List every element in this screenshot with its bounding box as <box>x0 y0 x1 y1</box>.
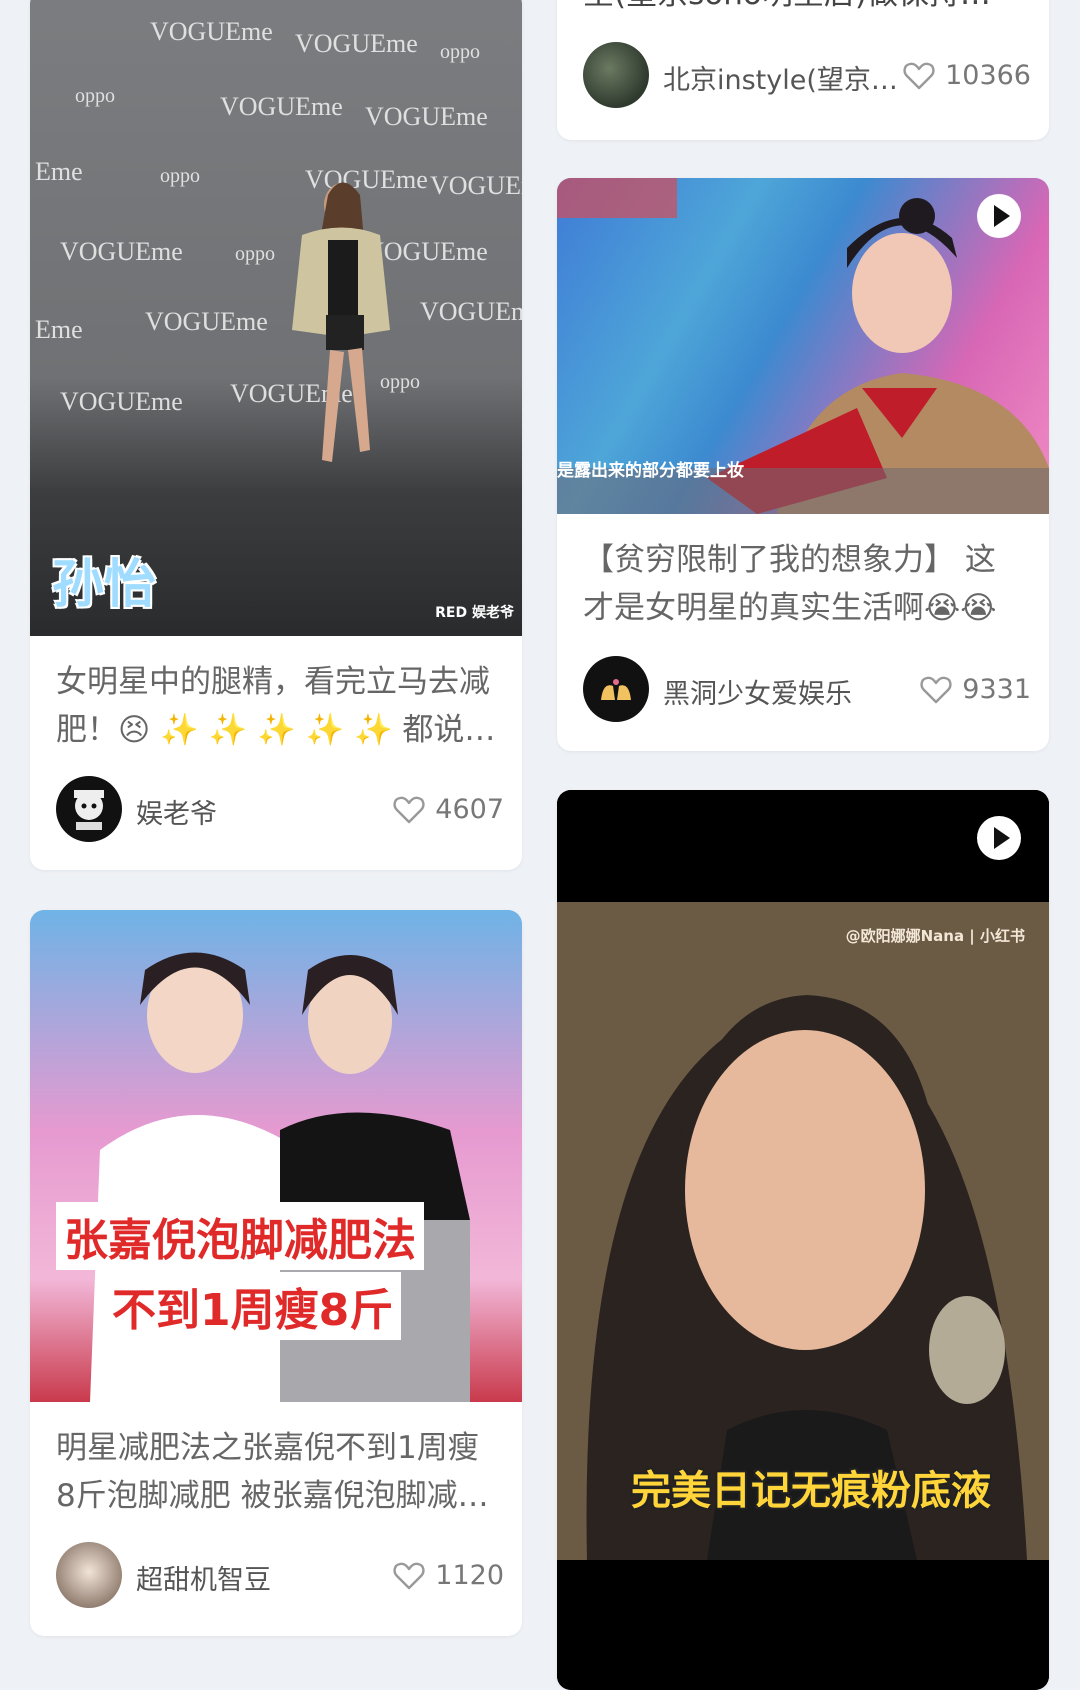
like-button[interactable]: 1120 <box>393 1556 504 1594</box>
svg-text:Eme: Eme <box>35 315 83 344</box>
author-name[interactable]: 超甜机智豆 <box>136 1558 271 1597</box>
note-cover-image[interactable]: 是露出来的部分都要上妆 <box>557 178 1049 514</box>
svg-text:VOGUEme: VOGUEme <box>430 171 522 200</box>
svg-text:VOGUEme: VOGUEme <box>150 17 273 46</box>
svg-text:VOGUEme: VOGUEme <box>420 297 522 326</box>
svg-text:oppo: oppo <box>235 243 275 265</box>
video-subtitle: 是露出来的部分都要上妆 <box>557 461 744 481</box>
play-icon[interactable] <box>977 194 1021 238</box>
avatar[interactable] <box>56 1542 122 1608</box>
avatar-illustration <box>74 790 104 830</box>
svg-text:VOGUEme: VOGUEme <box>365 237 488 266</box>
like-count: 4607 <box>435 793 504 825</box>
author-name[interactable]: 北京instyle(望京… <box>663 58 898 97</box>
like-button[interactable]: 4607 <box>393 790 504 828</box>
svg-text:VOGUEme: VOGUEme <box>60 387 183 416</box>
svg-text:oppo: oppo <box>160 165 200 187</box>
avatar[interactable] <box>583 42 649 108</box>
overlay-caption: 孙怡 <box>52 555 157 615</box>
svg-text:VOGUEme: VOGUEme <box>60 237 183 266</box>
heart-icon <box>393 796 425 824</box>
note-card[interactable]: @欧阳娜娜Nana | 小红书 完美日记无痕粉底液 <box>557 790 1049 1690</box>
note-card[interactable]: VOGUEme VOGUEme oppo oppo VOGUEme VOGUEme Em… <box>30 0 522 870</box>
note-card[interactable]: 是露出来的部分都要上妆 【贫穷限制了我的想象力】 这才是女明星的真实生活啊😭😭 … <box>557 178 1049 751</box>
backdrop-pattern: VOGUEme VOGUEme oppo oppo VOGUEme VOGUEme Em… <box>35 17 522 462</box>
avatar[interactable] <box>56 776 122 842</box>
note-cover-image[interactable]: VOGUEme VOGUEme oppo oppo VOGUEme VOGUEme Em… <box>30 0 522 636</box>
svg-text:oppo: oppo <box>380 371 420 393</box>
overlay-caption: 完美日记无痕粉底液 <box>631 1468 991 1514</box>
note-title: 女明星中的腿精，看完立马去减肥！😣 ✨ ✨ ✨ ✨ ✨ 都说… <box>56 664 496 748</box>
watermark: @欧阳娜娜Nana | 小红书 <box>845 927 1025 945</box>
note-title: 星(望京soho明星店)做保持… <box>583 0 1023 18</box>
heart-icon <box>920 676 952 704</box>
note-title: 【贫穷限制了我的想象力】 这才是女明星的真实生活啊😭😭 <box>583 542 997 626</box>
note-card[interactable]: 张嘉倪泡脚减肥法 不到1周瘦8斤 明星减肥法之张嘉倪不到1周瘦8斤泡脚减肥 被张… <box>30 910 522 1636</box>
svg-text:VOGUEme: VOGUEme <box>365 102 488 131</box>
avatar-illustration <box>601 679 631 700</box>
note-cover-image[interactable]: @欧阳娜娜Nana | 小红书 完美日记无痕粉底液 <box>557 790 1049 1690</box>
author-name[interactable]: 娱老爷 <box>136 792 217 831</box>
play-icon[interactable] <box>977 816 1021 860</box>
watermark: RED 娱老爷 <box>435 605 514 621</box>
heart-icon <box>903 62 935 90</box>
svg-text:oppo: oppo <box>75 85 115 107</box>
svg-text:oppo: oppo <box>440 41 480 63</box>
author-name[interactable]: 黑洞少女爱娱乐 <box>663 672 852 711</box>
like-button[interactable]: 9331 <box>920 670 1031 708</box>
avatar[interactable] <box>583 656 649 722</box>
note-card[interactable]: 星(望京soho明星店)做保持… 北京instyle(望京… 10366 <box>557 0 1049 140</box>
like-count: 9331 <box>962 673 1031 705</box>
svg-text:VOGUEme: VOGUEme <box>220 92 343 121</box>
note-cover-image[interactable]: 张嘉倪泡脚减肥法 不到1周瘦8斤 <box>30 910 522 1402</box>
overlay-headline-2: 不到1周瘦8斤 <box>104 1272 402 1340</box>
heart-icon <box>393 1562 425 1590</box>
svg-text:VOGUEme: VOGUEme <box>295 29 418 58</box>
note-title: 明星减肥法之张嘉倪不到1周瘦8斤泡脚减肥 被张嘉倪泡脚减… <box>56 1430 489 1514</box>
svg-text:VOGUEme: VOGUEme <box>305 165 428 194</box>
like-count: 10366 <box>945 59 1031 91</box>
like-button[interactable]: 10366 <box>903 56 1031 94</box>
svg-text:Eme: Eme <box>35 157 83 186</box>
like-count: 1120 <box>435 1559 504 1591</box>
overlay-headline-1: 张嘉倪泡脚减肥法 <box>56 1202 424 1270</box>
svg-text:VOGUEme: VOGUEme <box>145 307 268 336</box>
